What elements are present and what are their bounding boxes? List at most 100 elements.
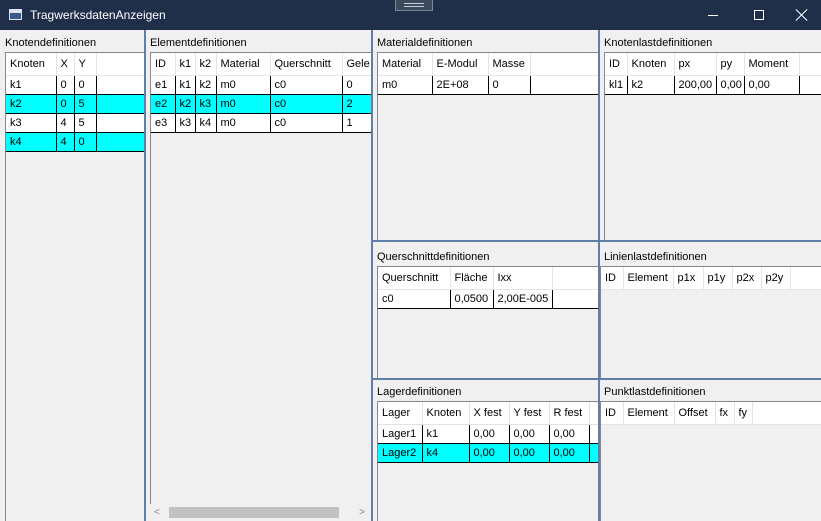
- knotenlast-cell[interactable]: k2: [627, 75, 675, 95]
- maximize-button[interactable]: [736, 0, 782, 30]
- element-grid-horizontal-scrollbar[interactable]: < >: [148, 504, 371, 521]
- element-cell[interactable]: k2: [175, 94, 196, 114]
- linienlast-grid[interactable]: ID Element p1x p1y p2x p2y: [600, 266, 821, 378]
- splitter-material-querschnitt[interactable]: [373, 240, 598, 242]
- querschnitt-col-header[interactable]: Fläche: [450, 267, 494, 290]
- knoten-row[interactable]: k2 0 5: [6, 94, 144, 114]
- element-cell[interactable]: e3: [151, 113, 176, 133]
- knoten-cell[interactable]: 0: [74, 75, 97, 95]
- element-row[interactable]: e1 k1 k2 m0 c0 0: [151, 75, 371, 95]
- lager-cell[interactable]: 0,00: [509, 443, 550, 463]
- punktlast-col-header[interactable]: fx: [715, 402, 735, 425]
- title-bar-grip-icon[interactable]: [395, 0, 433, 11]
- knotenlast-cell[interactable]: 200,00: [674, 75, 717, 95]
- lager-cell[interactable]: 0,00: [469, 424, 510, 444]
- element-col-header[interactable]: Gele: [342, 53, 371, 76]
- splitter-linienlast-punktlast[interactable]: [600, 378, 821, 380]
- lager-cell[interactable]: 0,00: [469, 443, 510, 463]
- knoten-row[interactable]: k4 4 0: [6, 132, 144, 152]
- knotenlast-cell[interactable]: 0,00: [716, 75, 745, 95]
- close-button[interactable]: [782, 0, 821, 30]
- knoten-col-header[interactable]: X: [56, 53, 75, 76]
- knoten-col-header[interactable]: Y: [74, 53, 97, 76]
- knotenlast-col-header[interactable]: Moment: [744, 53, 800, 76]
- element-cell[interactable]: m0: [216, 94, 271, 114]
- scrollbar-thumb[interactable]: [169, 507, 339, 518]
- element-cell[interactable]: k1: [175, 75, 196, 95]
- element-cell[interactable]: k3: [195, 94, 217, 114]
- element-cell[interactable]: c0: [270, 75, 343, 95]
- punktlast-grid[interactable]: ID Element Offset fx fy: [600, 401, 821, 521]
- lager-cell[interactable]: k1: [422, 424, 470, 444]
- element-cell[interactable]: k2: [195, 75, 217, 95]
- linienlast-col-header[interactable]: p1y: [703, 267, 733, 290]
- lager-cell[interactable]: Lager1: [378, 424, 423, 444]
- knotenlast-col-header[interactable]: ID: [605, 53, 628, 76]
- lager-cell[interactable]: Lager2: [378, 443, 423, 463]
- material-cell[interactable]: 0: [488, 75, 531, 95]
- element-cell[interactable]: 2: [342, 94, 371, 114]
- knotenlast-col-header[interactable]: Knoten: [627, 53, 675, 76]
- material-cell[interactable]: 2E+08: [432, 75, 489, 95]
- knoten-cell[interactable]: 4: [56, 113, 75, 133]
- punktlast-col-header[interactable]: fy: [734, 402, 753, 425]
- knoten-row[interactable]: k3 4 5: [6, 113, 144, 133]
- lager-col-header[interactable]: Knoten: [422, 402, 470, 425]
- element-cell[interactable]: m0: [216, 75, 271, 95]
- lager-grid[interactable]: Lager Knoten X fest Y fest R fest Lager1…: [377, 401, 598, 521]
- material-cell[interactable]: m0: [378, 75, 433, 95]
- element-row[interactable]: e3 k3 k4 m0 c0 1: [151, 113, 371, 133]
- element-col-header[interactable]: ID: [151, 53, 176, 76]
- lager-cell[interactable]: 0,00: [549, 443, 590, 463]
- querschnitt-col-header[interactable]: Querschnitt: [378, 267, 451, 290]
- material-col-header[interactable]: E-Modul: [432, 53, 489, 76]
- knotenlast-cell[interactable]: 0,00: [744, 75, 800, 95]
- knoten-cell[interactable]: 5: [74, 113, 97, 133]
- knoten-cell[interactable]: k3: [6, 113, 57, 133]
- scroll-left-arrow-icon[interactable]: <: [154, 507, 160, 518]
- querschnitt-grid[interactable]: Querschnitt Fläche Ixx c0 0,0500 2,00E-005: [377, 266, 598, 378]
- element-cell[interactable]: e1: [151, 75, 176, 95]
- element-cell[interactable]: c0: [270, 113, 343, 133]
- linienlast-col-header[interactable]: ID: [601, 267, 624, 290]
- knoten-cell[interactable]: 0: [74, 132, 97, 152]
- lager-cell[interactable]: 0,00: [549, 424, 590, 444]
- material-row[interactable]: m0 2E+08 0: [378, 75, 598, 95]
- punktlast-col-header[interactable]: Element: [623, 402, 675, 425]
- minimize-button[interactable]: [690, 0, 736, 30]
- linienlast-col-header[interactable]: p1x: [673, 267, 704, 290]
- element-col-header[interactable]: k1: [175, 53, 196, 76]
- lager-col-header[interactable]: Lager: [378, 402, 423, 425]
- material-col-header[interactable]: Masse: [488, 53, 531, 76]
- querschnitt-row[interactable]: c0 0,0500 2,00E-005: [378, 289, 598, 309]
- lager-cell[interactable]: 0,00: [509, 424, 550, 444]
- element-col-header[interactable]: Querschnitt: [270, 53, 343, 76]
- knotenlast-cell[interactable]: kl1: [605, 75, 628, 95]
- element-cell[interactable]: c0: [270, 94, 343, 114]
- element-cell[interactable]: 0: [342, 75, 371, 95]
- knoten-cell[interactable]: 0: [56, 94, 75, 114]
- querschnitt-col-header[interactable]: Ixx: [493, 267, 553, 290]
- knoten-row[interactable]: k1 0 0: [6, 75, 144, 95]
- querschnitt-cell[interactable]: 2,00E-005: [493, 289, 553, 309]
- knotenlast-col-header[interactable]: px: [674, 53, 717, 76]
- lager-col-header[interactable]: X fest: [469, 402, 510, 425]
- element-col-header[interactable]: Material: [216, 53, 271, 76]
- scroll-right-arrow-icon[interactable]: >: [359, 507, 365, 518]
- linienlast-col-header[interactable]: p2x: [732, 267, 762, 290]
- lager-row[interactable]: Lager2 k4 0,00 0,00 0,00: [378, 443, 598, 463]
- element-cell[interactable]: k3: [175, 113, 196, 133]
- linienlast-col-header[interactable]: p2y: [761, 267, 791, 290]
- splitter-knoten-element[interactable]: [144, 30, 146, 521]
- knoten-cell[interactable]: 5: [74, 94, 97, 114]
- knotenlast-row[interactable]: kl1 k2 200,00 0,00 0,00: [605, 75, 821, 95]
- knoten-cell[interactable]: 4: [56, 132, 75, 152]
- querschnitt-cell[interactable]: 0,0500: [450, 289, 494, 309]
- element-cell[interactable]: 1: [342, 113, 371, 133]
- splitter-querschnitt-lager[interactable]: [373, 378, 598, 380]
- lager-col-header[interactable]: R fest: [549, 402, 590, 425]
- knoten-cell[interactable]: k1: [6, 75, 57, 95]
- lager-col-header[interactable]: Y fest: [509, 402, 550, 425]
- knotenlast-grid[interactable]: ID Knoten px py Moment kl1 k2 200,00 0,00 0,…: [604, 52, 821, 240]
- knoten-cell[interactable]: k2: [6, 94, 57, 114]
